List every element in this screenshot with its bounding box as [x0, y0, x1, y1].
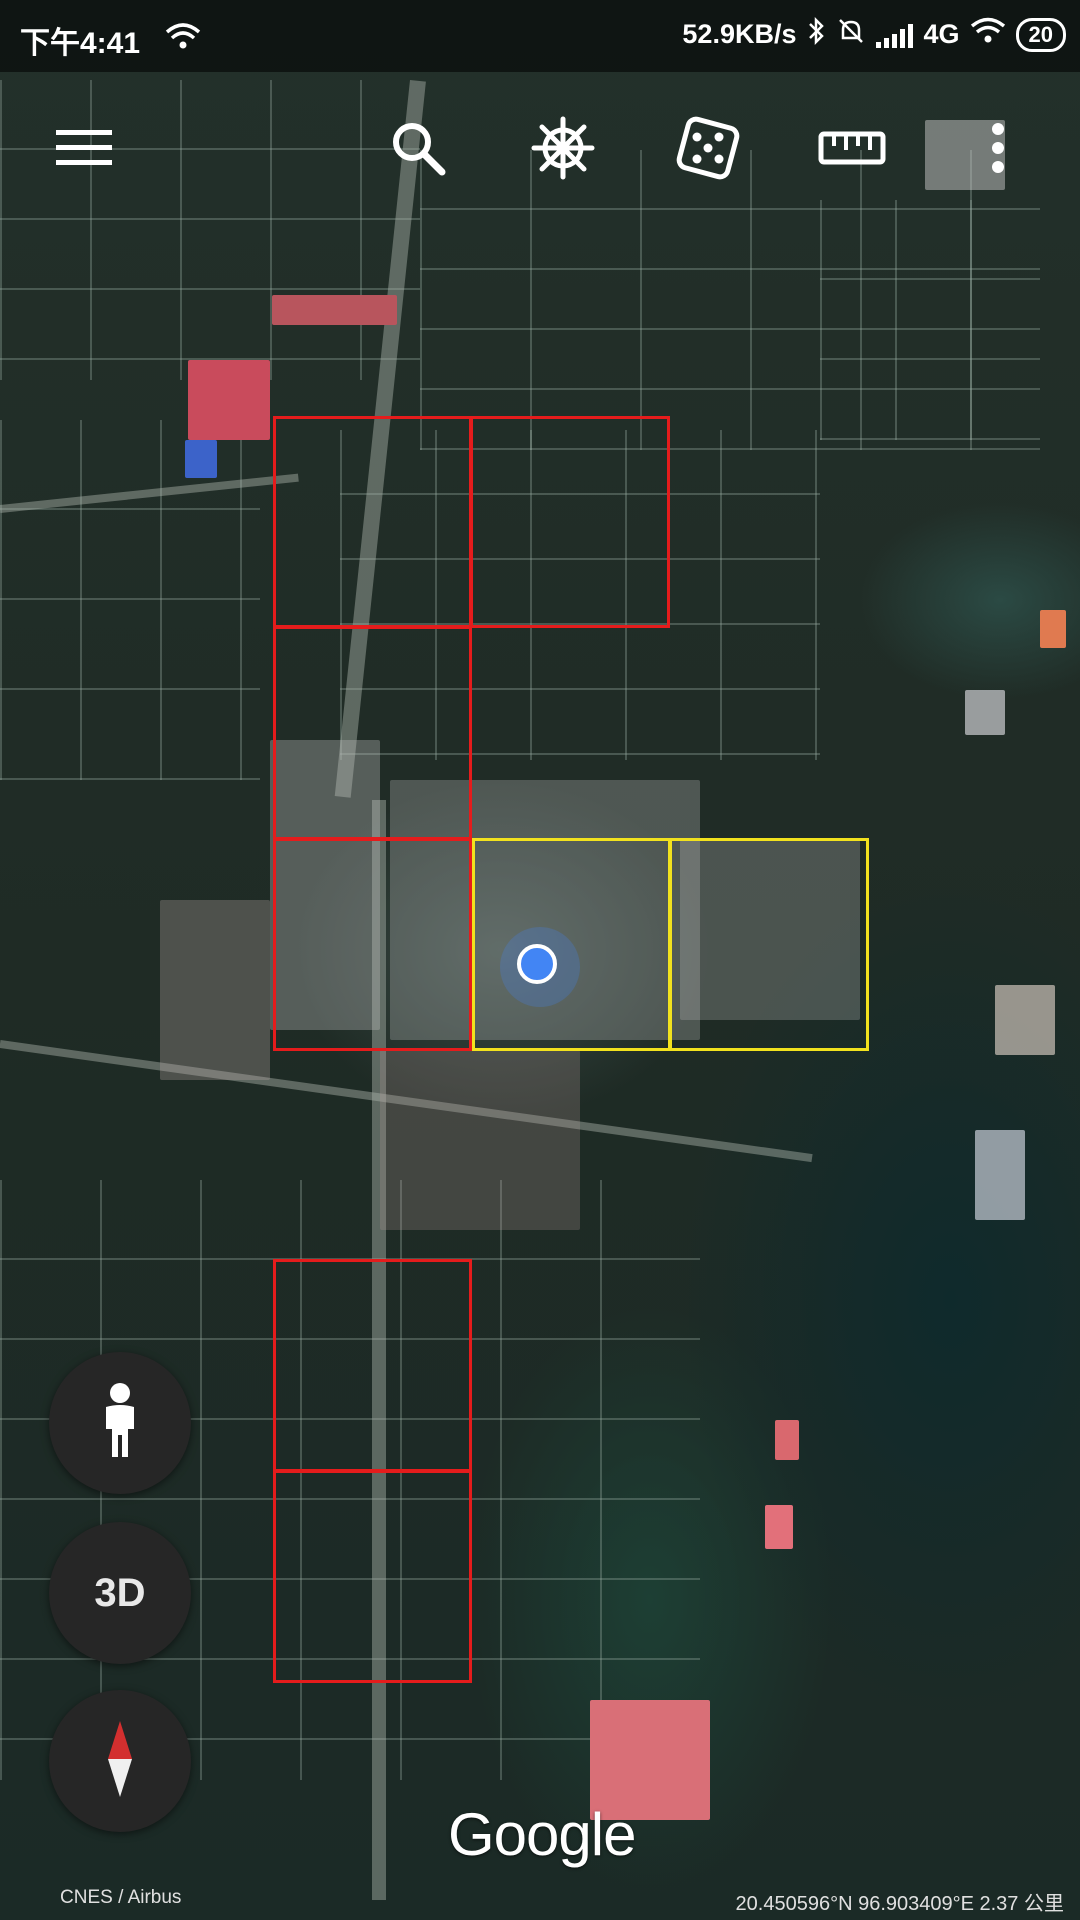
menu-button[interactable]: [44, 110, 124, 190]
red-grid-box: [273, 626, 472, 840]
map-fields: [820, 200, 1040, 440]
map-building: [188, 360, 270, 440]
hamburger-menu-icon: [56, 128, 112, 173]
wifi-sync-icon: [165, 20, 201, 57]
status-bar: 下午4:41 52.9KB/s 4G 20: [0, 0, 1080, 72]
pegman-icon: [100, 1382, 140, 1464]
red-grid-box: [470, 416, 670, 628]
search-icon: [390, 120, 446, 181]
status-time: 下午4:41: [20, 27, 141, 60]
more-options-button[interactable]: [976, 110, 1020, 190]
red-grid-box: [273, 1470, 472, 1683]
map-building: [995, 985, 1055, 1055]
map-building: [765, 1505, 793, 1549]
yellow-grid-box: [669, 838, 869, 1051]
battery-indicator: 20: [1015, 17, 1066, 52]
map-building: [1040, 610, 1066, 648]
bluetooth-icon: [806, 16, 826, 53]
map-building: [965, 690, 1005, 735]
coordinates-readout: 20.450596°N 96.903409°E 2.37 公里: [735, 1893, 1064, 1915]
map-building: [185, 440, 217, 478]
google-logo: Google: [448, 1801, 636, 1868]
3d-toggle-button[interactable]: 3D: [49, 1522, 191, 1664]
feeling-lucky-button[interactable]: [668, 110, 748, 190]
red-grid-box: [273, 838, 472, 1051]
map-buildings-cluster: [380, 1050, 580, 1230]
red-grid-box: [273, 416, 472, 628]
measure-button[interactable]: [812, 110, 892, 190]
mute-bell-icon: [836, 16, 866, 53]
map-fields: [0, 420, 260, 780]
imagery-attribution: CNES / Airbus: [60, 1887, 182, 1908]
3d-label: 3D: [94, 1570, 146, 1615]
red-grid-box: [273, 1259, 472, 1472]
signal-bars-icon: [876, 22, 914, 48]
compass-icon: [106, 1720, 134, 1802]
wifi-icon: [970, 16, 1006, 53]
network-type: 4G: [923, 19, 960, 49]
network-speed: 52.9KB/s: [682, 19, 797, 49]
ship-wheel-icon: [530, 115, 596, 186]
more-vert-icon: [991, 122, 1005, 179]
my-location-dot[interactable]: [517, 944, 557, 984]
street-view-button[interactable]: [49, 1352, 191, 1494]
map-buildings-cluster: [160, 900, 270, 1080]
map-building: [775, 1420, 799, 1460]
ruler-icon: [818, 128, 886, 173]
map-building: [272, 295, 397, 325]
map-building: [975, 1130, 1025, 1220]
voyager-button[interactable]: [523, 110, 603, 190]
dice-icon: [675, 115, 741, 186]
search-button[interactable]: [378, 110, 458, 190]
compass-button[interactable]: [49, 1690, 191, 1832]
